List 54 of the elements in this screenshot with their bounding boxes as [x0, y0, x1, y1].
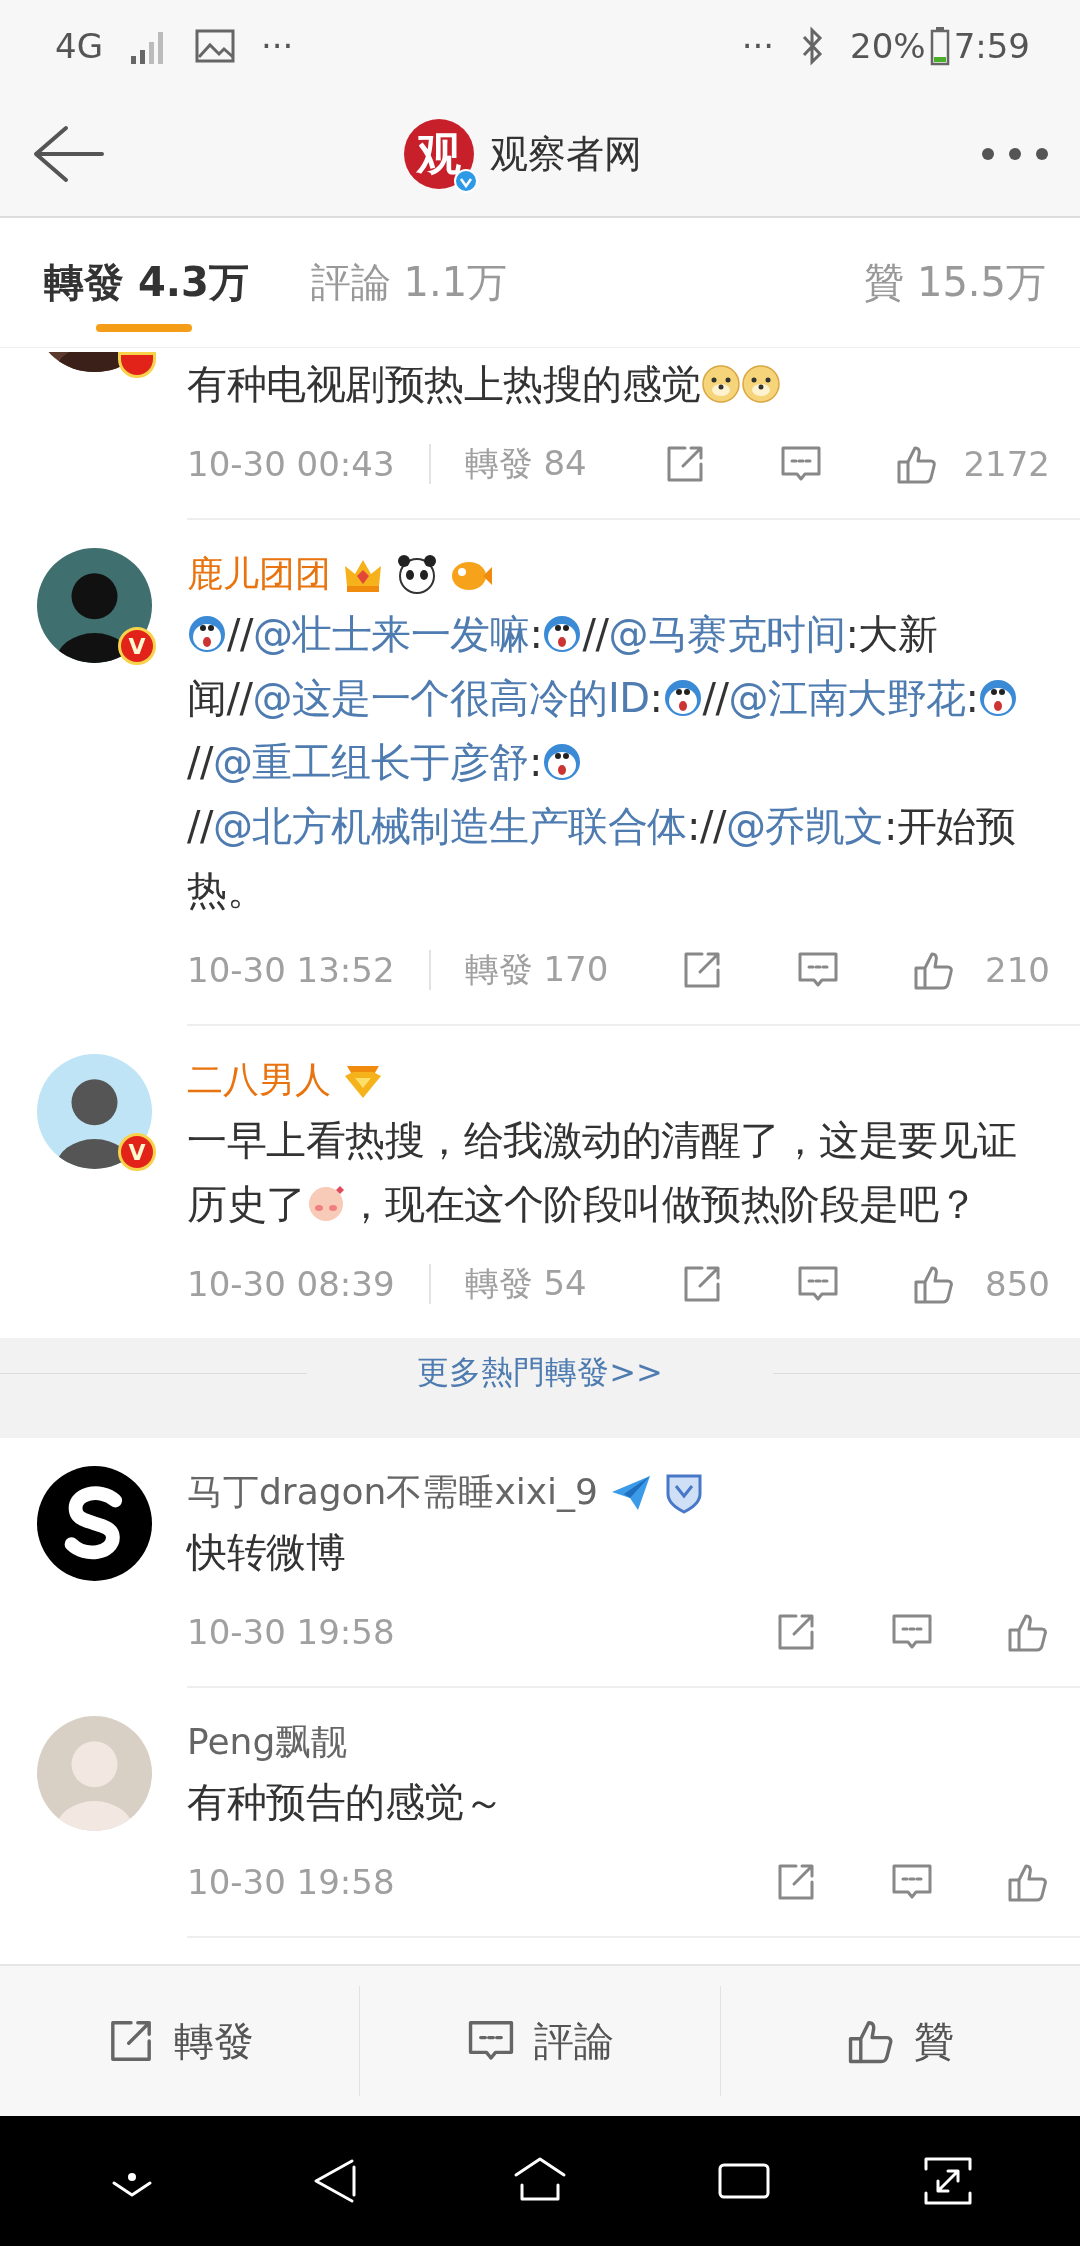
more-link[interactable]: 更多熱門轉發>>	[337, 1351, 743, 1395]
user-name[interactable]: 鹿儿团团	[187, 549, 331, 599]
tab[interactable]: 評論 1.1万	[310, 235, 508, 330]
like-button[interactable]: 贊	[719, 1986, 1080, 2096]
tab[interactable]: 贊 15.5万	[864, 235, 1046, 330]
emoji-icon	[700, 364, 741, 404]
user-name[interactable]: Peng飘靓	[187, 1717, 348, 1767]
like-count: 850	[984, 1264, 1050, 1304]
account-name: 观察者网	[489, 130, 642, 178]
mention-link[interactable]: @壮士来一发嘛	[252, 611, 530, 657]
post-text: 快转微博	[187, 1528, 346, 1577]
verified-badge: V	[118, 1133, 156, 1171]
clock: 7:59	[953, 26, 1030, 66]
repost-count: 轉發 170	[464, 948, 609, 991]
network-type: 4G	[55, 26, 103, 66]
mention-link[interactable]: @乔凯文	[725, 803, 884, 849]
timestamp: 10-30 13:52	[187, 950, 395, 990]
battery-icon	[929, 26, 950, 66]
post-text: 一早上看热搜，给我激动的清醒了，这是要见证历史了 ，现在这个阶段叫做预热阶段是吧？	[187, 1116, 1018, 1229]
more-indicator: ···	[261, 26, 294, 66]
image-icon	[195, 29, 235, 63]
mention-link[interactable]: @这是一个很高冷的ID	[252, 675, 650, 721]
emoji-icon	[978, 678, 1019, 718]
more-indicator: ···	[741, 26, 775, 66]
timestamp: 10-30 08:39	[187, 1264, 395, 1304]
mention-link[interactable]: @北方机械制造生产联合体	[212, 803, 687, 849]
repost-button[interactable]: 轉發	[0, 1986, 360, 2096]
verified-badge: V	[118, 627, 156, 665]
timestamp: 10-30 19:58	[187, 1862, 395, 1902]
timestamp: 10-30 19:58	[187, 1612, 395, 1652]
emoji-icon	[187, 614, 227, 654]
post-text: //@壮士来一发嘛: //@马赛克时间:大新闻//@这是一个很高冷的ID: //@江南大野花: //@重工组长于彦舒: //@北方机械制造生产联合体://@乔凯文:开始预热。	[187, 602, 1050, 922]
battery-level: 20%	[850, 26, 926, 66]
tab[interactable]: 轉發 4.3万	[44, 235, 249, 330]
user-name[interactable]: 马丁dragon不需睡xixi_9	[187, 1467, 598, 1517]
badge-icon	[395, 552, 439, 596]
mention-link[interactable]: @江南大野花	[728, 675, 966, 721]
mention-link[interactable]: @马赛克时间	[608, 611, 846, 657]
repost-count: 轉發 84	[464, 442, 587, 485]
emoji-icon	[740, 364, 781, 404]
emoji-icon	[662, 678, 703, 718]
emoji-icon	[542, 614, 583, 654]
comment-button[interactable]: 評論	[359, 1986, 720, 2096]
user-name[interactable]: 二八男人	[187, 1055, 331, 1105]
like-count: 2172	[963, 444, 1050, 484]
timestamp: 10-30 00:43	[187, 444, 395, 484]
mention-link[interactable]: @重工组长于彦舒	[212, 739, 529, 785]
emoji-icon	[541, 742, 582, 782]
like-count: 210	[984, 950, 1050, 990]
post-text: 有种电视剧预热上热搜的感觉	[187, 352, 1050, 416]
post-text: 有种预告的感觉～	[187, 1778, 504, 1827]
bluetooth-icon	[800, 26, 825, 66]
account-logo: 观	[403, 119, 474, 189]
repost-count: 轉發 54	[464, 1262, 587, 1305]
